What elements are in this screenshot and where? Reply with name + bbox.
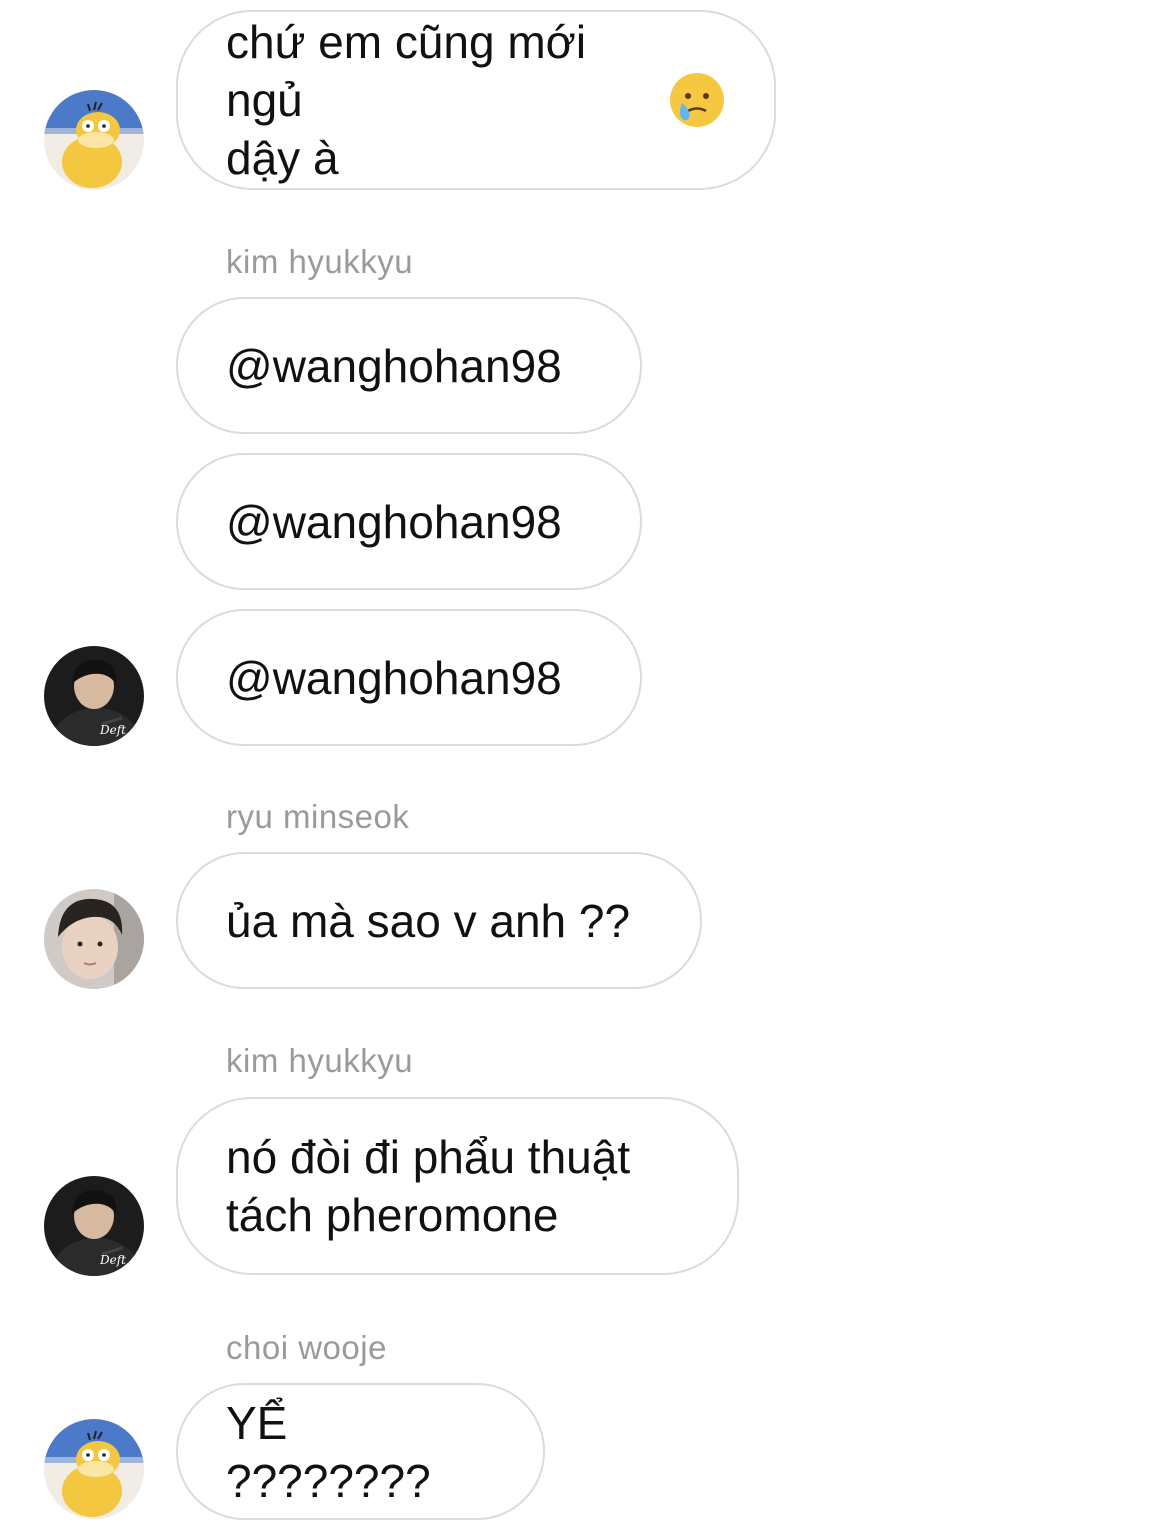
psyduck-avatar-icon — [44, 1419, 144, 1519]
message-text: @wanghohan98 — [226, 495, 562, 548]
crying-face-emoji-icon — [668, 71, 726, 129]
message-bubble[interactable]: chứ em cũng mới ngủ dậy à — [176, 10, 776, 190]
deft-avatar-icon: Deft — [44, 646, 144, 746]
avatar-minseok[interactable] — [44, 889, 144, 989]
sender-name: ryu minseok — [226, 798, 410, 835]
message-text: @wanghohan98 — [226, 651, 562, 704]
message-bubble[interactable]: @wanghohan98 — [176, 297, 642, 434]
message-text: @wanghohan98 — [226, 339, 562, 392]
message-text: nó đòi đi phẩu thuật tách pheromone — [226, 1131, 631, 1241]
sender-name: choi wooje — [226, 1329, 387, 1366]
deft-caption: Deft — [99, 1253, 126, 1267]
message-bubble[interactable]: YỂ ???????? — [176, 1383, 545, 1520]
minseok-avatar-icon — [44, 889, 144, 989]
deft-caption: Deft — [99, 723, 126, 737]
message-bubble[interactable]: nó đòi đi phẩu thuật tách pheromone — [176, 1097, 739, 1275]
message-bubble[interactable]: ủa mà sao v anh ?? — [176, 852, 702, 989]
avatar-psyduck[interactable] — [44, 1419, 144, 1519]
sender-name: kim hyukkyu — [226, 1042, 414, 1079]
message-bubble[interactable]: @wanghohan98 — [176, 609, 642, 746]
psyduck-avatar-icon — [44, 90, 144, 190]
sender-name: kim hyukkyu — [226, 243, 414, 280]
message-bubble[interactable]: @wanghohan98 — [176, 453, 642, 590]
message-text: chứ em cũng mới ngủ dậy à — [226, 16, 587, 184]
avatar-deft[interactable]: Deft — [44, 1176, 144, 1276]
avatar-psyduck[interactable] — [44, 90, 144, 190]
message-text: YỂ ???????? — [226, 1396, 431, 1507]
avatar-deft[interactable]: Deft — [44, 646, 144, 746]
deft-avatar-icon: Deft — [44, 1176, 144, 1276]
message-text: ủa mà sao v anh ?? — [226, 894, 631, 947]
